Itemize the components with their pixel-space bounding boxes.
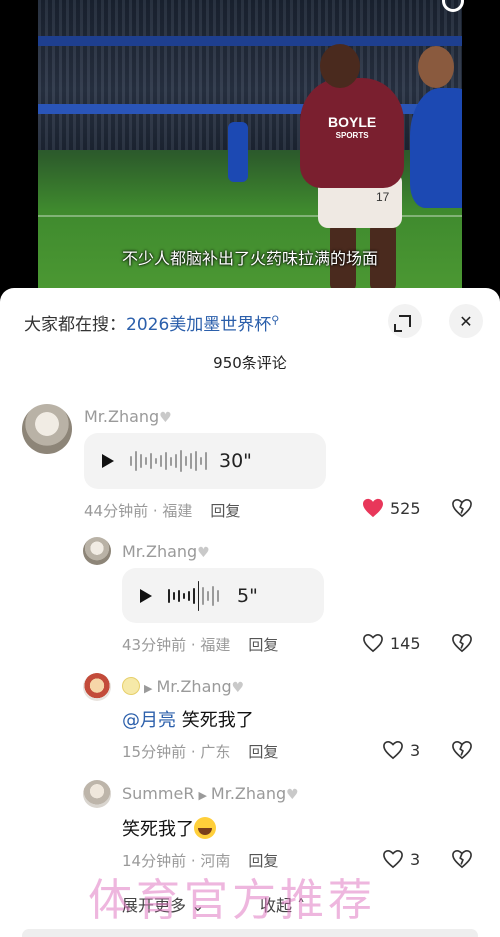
- comment-author[interactable]: Mr.Zhang♥: [84, 407, 172, 426]
- player-figure: [320, 44, 360, 88]
- heart-badge-icon: ♥: [159, 410, 172, 426]
- close-button[interactable]: ✕: [449, 304, 483, 338]
- reply-arrow-icon: ▶: [144, 682, 153, 695]
- broken-heart-icon[interactable]: [451, 740, 473, 760]
- heart-filled-icon: [363, 498, 383, 518]
- avatar[interactable]: [22, 404, 72, 454]
- comment-author[interactable]: ▶ Mr.Zhang♥: [122, 677, 244, 696]
- comment-body: 笑死我了: [122, 819, 194, 840]
- heart-badge-icon: ♥: [231, 680, 245, 696]
- video-subtitle: 不少人都脑补出了火药味拉满的场面: [121, 249, 378, 268]
- smile-emoji-icon: [122, 677, 140, 695]
- like-button[interactable]: 3: [382, 740, 420, 760]
- comment-sheet: 大家都在搜：2026美加墨世界杯⚲ ✕ 950条评论 Mr.Zhang♥ 30"…: [0, 288, 500, 937]
- comment-author[interactable]: Mr.Zhang♥: [122, 542, 210, 561]
- heart-badge-icon: ♥: [197, 545, 210, 561]
- voice-message[interactable]: 30": [84, 433, 326, 489]
- player-figure: [228, 122, 248, 182]
- comment-input-bar[interactable]: [22, 929, 478, 937]
- heart-badge-icon: ♥: [286, 787, 299, 803]
- search-icon: ⚲: [271, 313, 280, 327]
- reply-button[interactable]: 回复: [248, 743, 278, 761]
- comment-body: 笑死我了: [181, 710, 254, 731]
- comment-meta: 43分钟前 · 福建 回复: [122, 634, 278, 655]
- reply-to-name: Mr.Zhang: [210, 784, 287, 803]
- player-figure: [410, 88, 462, 208]
- sponsor-line2: SPORTS: [335, 131, 369, 140]
- heart-outline-icon: [383, 849, 403, 869]
- close-icon: ✕: [459, 311, 473, 331]
- crying-laughing-emoji-icon: [194, 817, 216, 839]
- player-figure: [418, 46, 454, 88]
- broken-heart-icon[interactable]: [451, 498, 473, 518]
- comment-meta: 15分钟前 · 广东 回复: [122, 741, 278, 762]
- comment-time: 15分钟前 · 广东: [122, 743, 231, 761]
- like-button[interactable]: 3: [382, 849, 420, 869]
- voice-message[interactable]: 5": [122, 568, 324, 623]
- trending-search[interactable]: 大家都在搜：2026美加墨世界杯⚲: [24, 310, 279, 335]
- ad-board: [38, 36, 462, 46]
- comment-meta: 44分钟前 · 福建 回复: [84, 500, 240, 521]
- avatar[interactable]: [83, 537, 111, 565]
- shirt-number: 17: [376, 190, 390, 204]
- heart-outline-icon: [363, 633, 383, 653]
- comment-count: 950条评论: [213, 354, 287, 372]
- comment-time: 44分钟前 · 福建: [84, 502, 193, 520]
- author-name: Mr.Zhang: [84, 407, 160, 426]
- expand-icon: [394, 315, 411, 332]
- trending-search-prefix: 大家都在搜：: [24, 315, 126, 335]
- play-icon[interactable]: [140, 588, 152, 603]
- broken-heart-icon[interactable]: [451, 633, 473, 653]
- reply-arrow-icon: ▶: [198, 789, 207, 802]
- voice-duration: 30": [219, 450, 252, 472]
- like-count: 3: [410, 740, 421, 760]
- avatar[interactable]: [83, 780, 111, 808]
- voice-duration: 5": [237, 584, 258, 607]
- author-name: Mr.Zhang: [122, 542, 198, 561]
- comment-time: 43分钟前 · 福建: [122, 636, 231, 654]
- like-count: 525: [390, 498, 421, 518]
- waveform: [130, 449, 207, 473]
- trending-search-term[interactable]: 2026美加墨世界杯: [126, 315, 271, 335]
- comment-text: @月亮 笑死我了: [122, 706, 254, 732]
- broken-heart-icon[interactable]: [451, 849, 473, 869]
- reply-button[interactable]: 回复: [210, 502, 240, 520]
- expand-button[interactable]: [388, 304, 422, 338]
- video-player[interactable]: BOYLE SPORTS 17 不少人都脑补出了火药味拉满的场面: [38, 0, 462, 300]
- like-count: 3: [410, 849, 421, 869]
- author-name: SummeR: [122, 784, 195, 803]
- waveform: [168, 580, 219, 611]
- reply-button[interactable]: 回复: [248, 636, 278, 654]
- heart-outline-icon: [383, 740, 403, 760]
- comment-author[interactable]: SummeR ▶ Mr.Zhang♥: [122, 784, 299, 803]
- shirt-sponsor: BOYLE SPORTS: [328, 114, 377, 142]
- like-button[interactable]: 525: [362, 498, 421, 518]
- play-icon[interactable]: [102, 454, 114, 468]
- like-count: 145: [390, 633, 421, 653]
- sponsor-line1: BOYLE: [328, 114, 377, 130]
- avatar[interactable]: [83, 673, 111, 701]
- like-button[interactable]: 145: [362, 633, 421, 653]
- mention-link[interactable]: @月亮: [122, 710, 176, 731]
- reply-to-name: Mr.Zhang: [156, 677, 232, 696]
- comment-text: 笑死我了: [122, 815, 216, 841]
- watermark: 体育官方推荐: [88, 875, 376, 926]
